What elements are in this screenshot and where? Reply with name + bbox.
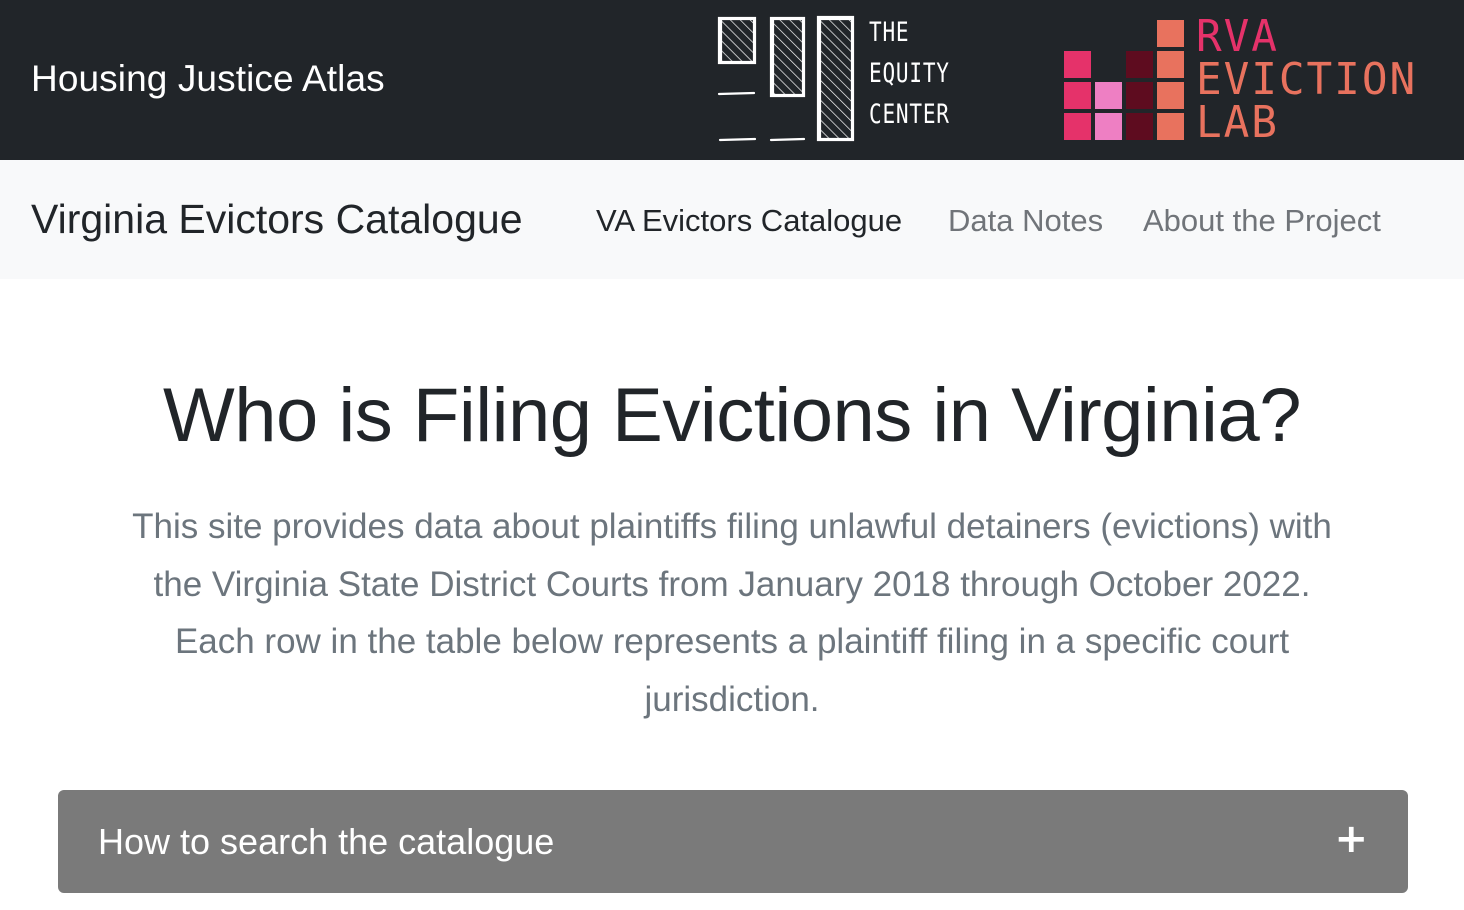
nav-link-data-notes[interactable]: Data Notes bbox=[948, 203, 1103, 239]
logo-block bbox=[1126, 113, 1153, 140]
logo-block bbox=[1126, 82, 1153, 109]
rva-line-eviction: EVICTION bbox=[1196, 54, 1418, 105]
rva-line-lab: LAB bbox=[1196, 97, 1279, 148]
logo-block bbox=[1064, 113, 1091, 140]
equity-line-equity: EQUITY bbox=[869, 58, 950, 89]
intro-line: jurisdiction. bbox=[644, 679, 820, 719]
accordion-title: How to search the catalogue bbox=[98, 821, 555, 862]
intro-line: This site provides data about plaintiffs… bbox=[132, 507, 1332, 546]
logo-block bbox=[1064, 82, 1091, 109]
intro-paragraph: This site provides data about plaintiffs… bbox=[64, 498, 1400, 728]
equity-center-wordmark: THE EQUITY CENTER bbox=[869, 12, 950, 135]
logo-block bbox=[1095, 113, 1122, 140]
site-title-link[interactable]: Housing Justice Atlas bbox=[31, 58, 385, 100]
logo-block bbox=[1095, 82, 1122, 109]
logo-block bbox=[1064, 51, 1091, 78]
logo-block bbox=[1126, 51, 1153, 78]
equity-line-center: CENTER bbox=[869, 99, 950, 130]
logo-block bbox=[1157, 20, 1184, 47]
logo-block bbox=[1157, 51, 1184, 78]
equity-line-the: THE bbox=[869, 17, 910, 48]
expand-plus-icon[interactable]: + bbox=[1334, 816, 1368, 862]
rva-eviction-lab-wordmark: RVA EVICTION LAB bbox=[1196, 11, 1418, 148]
nav-link-va-evictors-catalogue[interactable]: VA Evictors Catalogue bbox=[596, 203, 902, 239]
catalogue-brand[interactable]: Virginia Evictors Catalogue bbox=[31, 196, 523, 243]
rva-line-rva: RVA bbox=[1196, 11, 1279, 62]
logo-block bbox=[1157, 113, 1184, 140]
nav-link-about-the-project[interactable]: About the Project bbox=[1143, 203, 1381, 239]
page-title: Who is Filing Evictions in Virginia? bbox=[163, 373, 1301, 458]
search-help-accordion[interactable]: How to search the catalogue + bbox=[58, 790, 1408, 893]
intro-line: Each row in the table below represents a… bbox=[174, 622, 1290, 661]
logo-block bbox=[1157, 82, 1184, 109]
intro-line: the Virginia State District Courts from … bbox=[153, 564, 1311, 604]
rva-eviction-lab-logo-icon[interactable] bbox=[1062, 18, 1192, 140]
